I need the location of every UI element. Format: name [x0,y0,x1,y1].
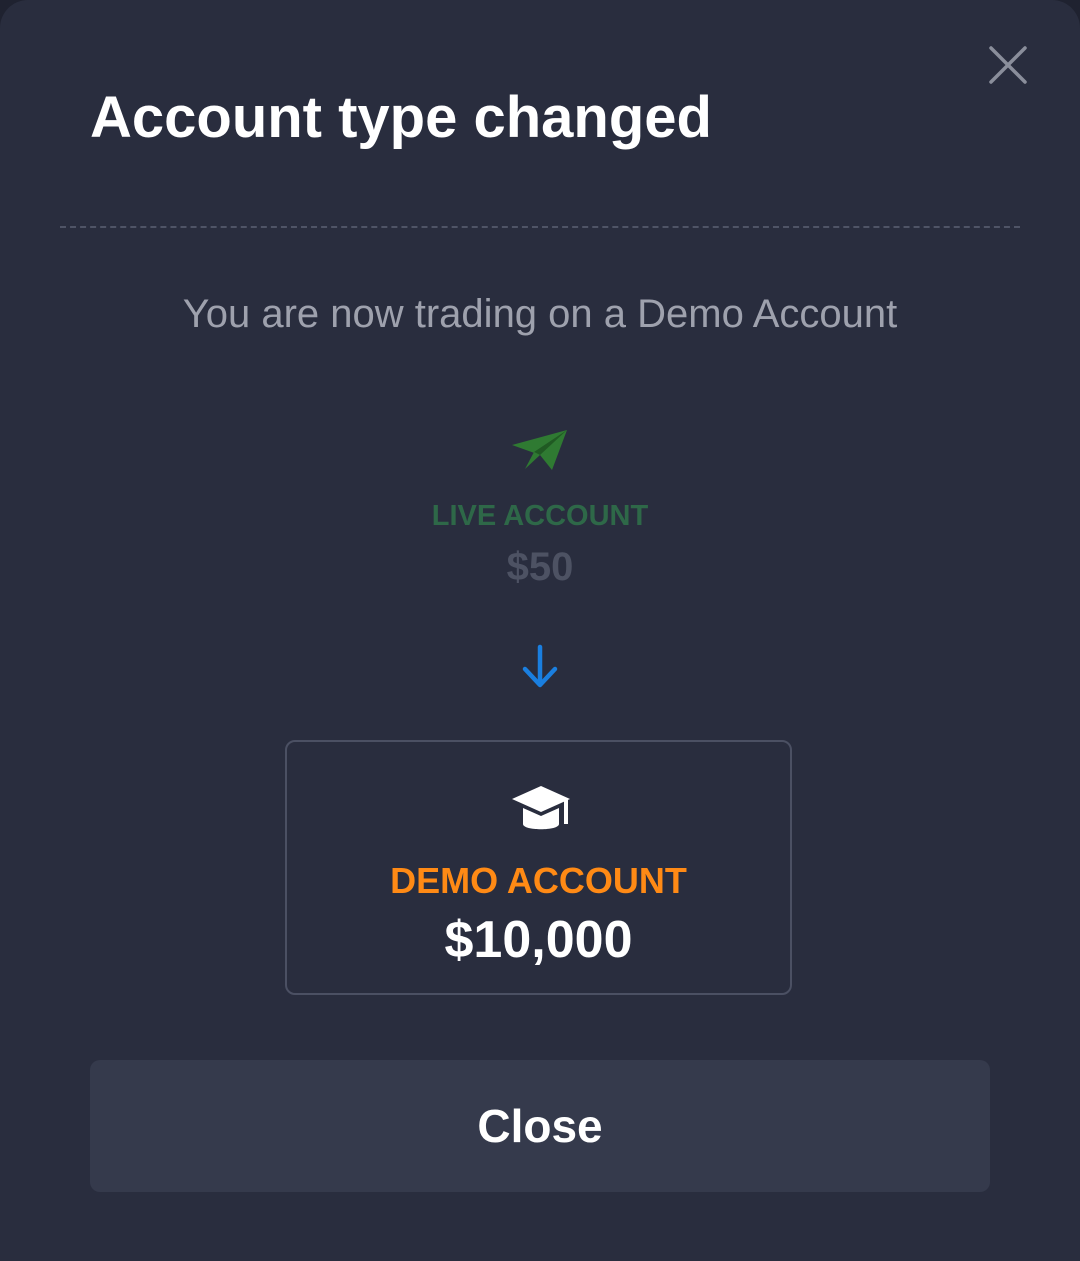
live-account-label: LIVE ACCOUNT [431,500,649,532]
graduation-cap-icon [512,786,570,830]
modal-title: Account type changed [90,85,712,150]
account-type-changed-modal: Account type changed You are now trading… [0,0,1080,1261]
demo-account-card: DEMO ACCOUNT $10,000 [285,740,792,995]
demo-account-balance: $10,000 [444,911,633,969]
title-divider [60,226,1020,228]
paper-plane-icon [512,430,567,470]
modal-subtitle: You are now trading on a Demo Account [182,292,898,336]
arrow-down-icon [522,644,558,688]
live-account-balance: $50 [506,545,574,589]
close-icon[interactable] [984,41,1032,89]
demo-account-label: DEMO ACCOUNT [390,860,687,901]
close-button[interactable]: Close [90,1060,990,1192]
